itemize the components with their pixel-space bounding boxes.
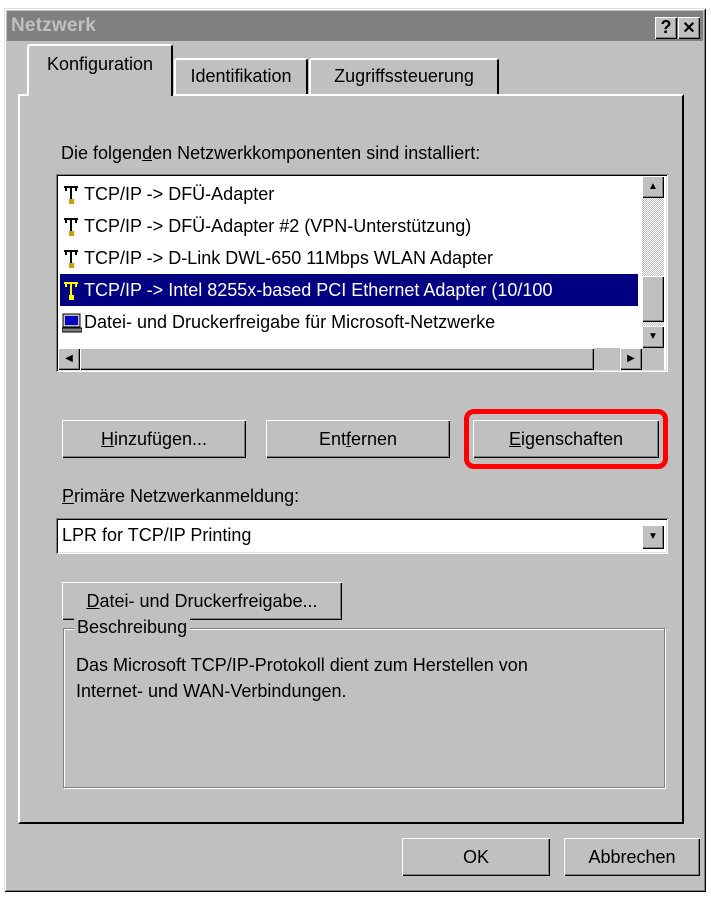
close-button[interactable]: ✕ bbox=[678, 17, 700, 39]
help-button[interactable]: ? bbox=[655, 17, 677, 39]
dropdown-button[interactable]: ▼ bbox=[642, 525, 664, 549]
description-text: Das Microsoft TCP/IP-Protokoll dient zum… bbox=[76, 655, 528, 701]
network-protocol-icon bbox=[64, 282, 78, 301]
chevron-down-icon: ▼ bbox=[648, 531, 658, 542]
cancel-button[interactable]: Abbrechen bbox=[564, 838, 700, 876]
highlight-annotation bbox=[464, 409, 668, 469]
horizontal-scrollbar[interactable]: ◀ ▶ bbox=[58, 348, 642, 370]
scrollbar-corner bbox=[642, 348, 664, 370]
list-item[interactable]: TCP/IP -> DFÜ-Adapter #2 (VPN-Unterstütz… bbox=[62, 210, 471, 242]
tab-identifikation[interactable]: Identifikation bbox=[174, 58, 308, 94]
components-listbox[interactable]: TCP/IP -> DFÜ-Adapter TCP/IP -> DFÜ-Adap… bbox=[56, 174, 668, 372]
computer-share-icon bbox=[62, 313, 82, 333]
network-protocol-icon bbox=[64, 186, 78, 205]
scroll-thumb[interactable] bbox=[642, 276, 664, 322]
file-sharing-button[interactable]: Datei- und Druckerfreigabe... bbox=[62, 582, 342, 620]
list-item-selected[interactable]: TCP/IP -> Intel 8255x-based PCI Ethernet… bbox=[60, 274, 638, 306]
logon-select[interactable]: LPR for TCP/IP Printing ▼ bbox=[56, 518, 668, 554]
tab-label: Identifikation bbox=[190, 66, 292, 86]
tab-label: Konfiguration bbox=[46, 54, 154, 74]
remove-button[interactable]: Entfernen bbox=[266, 420, 450, 458]
close-icon: ✕ bbox=[682, 20, 696, 37]
arrow-right-icon: ▶ bbox=[627, 353, 635, 364]
tab-label: Zugriffssteuerung bbox=[334, 66, 474, 86]
scroll-down-button[interactable]: ▼ bbox=[642, 326, 664, 348]
help-icon: ? bbox=[660, 17, 672, 37]
ok-button[interactable]: OK bbox=[402, 838, 550, 876]
list-item[interactable]: Datei- und Druckerfreigabe für Microsoft… bbox=[62, 306, 495, 338]
window-title: Netzwerk bbox=[11, 15, 97, 36]
scroll-left-button[interactable]: ◀ bbox=[58, 348, 80, 370]
network-protocol-icon bbox=[64, 218, 78, 237]
arrow-down-icon: ▼ bbox=[648, 331, 658, 342]
list-item[interactable]: TCP/IP -> D-Link DWL-650 11Mbps WLAN Ada… bbox=[62, 242, 493, 274]
title-bar[interactable]: Netzwerk ? ✕ bbox=[7, 11, 703, 41]
arrow-up-icon: ▲ bbox=[648, 181, 658, 192]
scroll-right-button[interactable]: ▶ bbox=[620, 348, 642, 370]
arrow-left-icon: ◀ bbox=[65, 353, 73, 364]
tab-zugriffssteuerung[interactable]: Zugriffssteuerung bbox=[309, 58, 499, 94]
logon-select-value: LPR for TCP/IP Printing bbox=[62, 525, 252, 545]
components-heading: Die folgenden Netzwerkkomponenten sind i… bbox=[61, 143, 481, 163]
vertical-scrollbar[interactable]: ▲ ▼ bbox=[642, 176, 664, 348]
add-button[interactable]: Hinzufügen... bbox=[62, 420, 246, 458]
logon-label: Primäre Netzwerkanmeldung: bbox=[62, 486, 300, 506]
list-item[interactable]: TCP/IP -> DFÜ-Adapter bbox=[62, 178, 274, 210]
tab-konfiguration[interactable]: Konfiguration bbox=[27, 44, 173, 96]
scroll-thumb-horizontal[interactable] bbox=[80, 348, 594, 370]
network-protocol-icon bbox=[64, 250, 78, 269]
description-title: Beschreibung bbox=[74, 617, 191, 638]
scroll-up-button[interactable]: ▲ bbox=[642, 176, 664, 198]
